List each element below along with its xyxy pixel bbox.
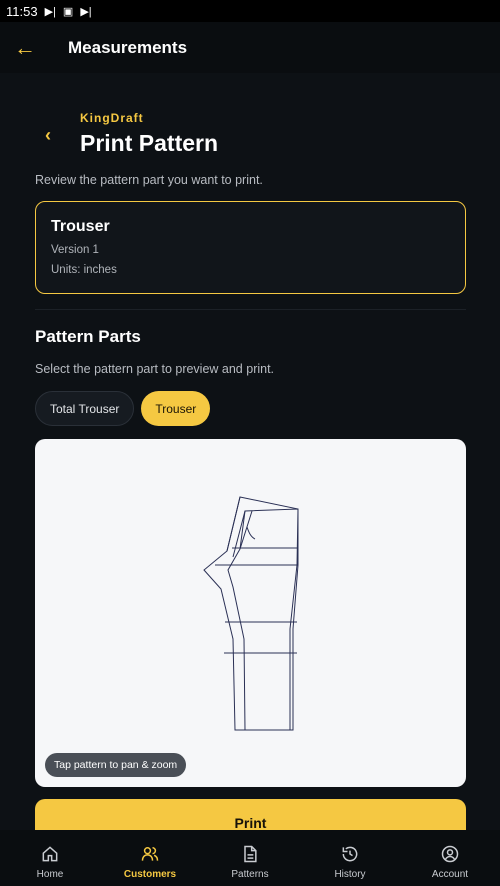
page-title: Print Pattern: [80, 130, 219, 156]
app-bar: ← Measurements: [0, 22, 500, 73]
divider: [35, 309, 466, 310]
nav-home-label: Home: [36, 869, 64, 880]
pattern-name: Trouser: [51, 218, 110, 235]
main-content: KingDraft ‹ Print Pattern Review the pat…: [0, 73, 500, 830]
pattern-line-grain: [246, 526, 256, 540]
print-button[interactable]: Print: [35, 799, 466, 830]
nav-customers[interactable]: Customers: [100, 830, 200, 886]
history-icon: [342, 846, 358, 862]
notification-icon: ▶|: [44, 5, 56, 18]
patterns-icon: [244, 845, 257, 863]
pattern-outline-back: [203, 496, 299, 731]
brand-label: KingDraft: [80, 111, 144, 125]
section-title: Pattern Parts: [35, 327, 141, 346]
pattern-units: Units: inches: [51, 264, 117, 276]
pattern-outline-front: [227, 508, 299, 731]
app-screen: 11:53 ▶| ▣ ▶| ← Measurements KingDraft ‹…: [0, 0, 500, 886]
account-icon: [441, 845, 459, 863]
notification-icon-2: ▶|: [80, 5, 92, 18]
status-time: 11:53: [6, 3, 38, 19]
nav-history[interactable]: History: [300, 830, 400, 886]
chip-trouser[interactable]: Trouser: [141, 391, 211, 426]
app-notification-icon: ▣: [62, 5, 74, 18]
chevron-left-icon[interactable]: ‹: [45, 125, 63, 149]
pattern-card: Trouser Version 1 Units: inches: [35, 201, 466, 294]
appbar-title: Measurements: [68, 37, 188, 57]
nav-account-label: Account: [431, 869, 469, 880]
pattern-preview[interactable]: Tap pattern to pan & zoom: [35, 439, 466, 787]
customers-icon: [141, 847, 159, 861]
pattern-drawing: [203, 496, 299, 731]
home-icon: [42, 846, 58, 862]
pattern-version: Version 1: [51, 244, 99, 256]
nav-patterns[interactable]: Patterns: [200, 830, 300, 886]
pattern-part-chips: Total Trouser Trouser: [35, 391, 211, 426]
page-subtitle: Review the pattern part you want to prin…: [35, 173, 263, 187]
nav-history-label: History: [334, 869, 366, 880]
pan-zoom-hint: Tap pattern to pan & zoom: [45, 753, 187, 777]
back-arrow-icon[interactable]: ←: [0, 22, 50, 73]
section-subtitle: Select the pattern part to preview and p…: [35, 362, 275, 376]
chip-total-trouser[interactable]: Total Trouser: [35, 391, 135, 426]
nav-account[interactable]: Account: [400, 830, 500, 886]
nav-home[interactable]: Home: [0, 830, 100, 886]
status-bar: 11:53 ▶| ▣ ▶|: [0, 0, 500, 22]
bottom-nav: Home Customers Patterns History Account: [0, 830, 500, 886]
nav-customers-label: Customers: [123, 869, 177, 880]
nav-patterns-label: Patterns: [231, 869, 269, 880]
